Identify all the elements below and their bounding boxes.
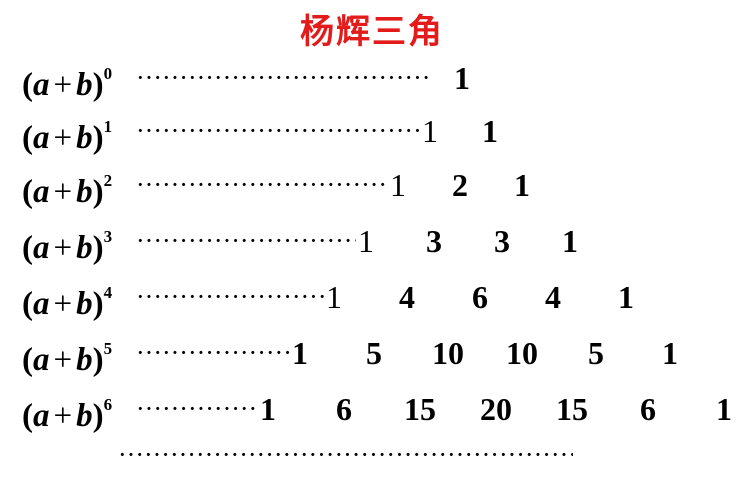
coefficient: 4: [545, 279, 561, 315]
variable-a: a: [33, 67, 50, 103]
close-paren: ): [92, 230, 104, 266]
open-paren: (: [22, 398, 33, 434]
variable-b: b: [76, 398, 93, 434]
continuation-dots: ········································…: [118, 440, 573, 469]
coefficient: 1: [454, 60, 470, 96]
exponent: 4: [103, 283, 113, 302]
coefficient: 1: [292, 335, 308, 371]
leader-dots: ········································…: [136, 394, 258, 423]
coefficient: 3: [494, 223, 510, 259]
coefficient: 10: [432, 335, 464, 371]
coefficient: 1: [390, 167, 406, 203]
variable-b: b: [76, 230, 93, 266]
close-paren: ): [92, 120, 104, 156]
coefficient: 1: [618, 279, 634, 315]
binomial-expression: (a + b)4: [22, 274, 112, 327]
close-paren: ): [92, 286, 104, 322]
triangle-row: (a+b)3··································…: [0, 218, 744, 266]
close-paren: ): [92, 342, 104, 378]
open-paren: (: [22, 120, 33, 156]
triangle-row: (a+b)2··································…: [0, 162, 744, 210]
coefficient: 1: [260, 391, 276, 427]
leader-dots: ········································…: [136, 226, 356, 255]
triangle-row: (a+b)4··································…: [0, 274, 744, 322]
plus-sign: +: [53, 230, 73, 266]
coefficient: 5: [588, 335, 604, 371]
coefficient: 1: [662, 335, 678, 371]
coefficient: 20: [480, 391, 512, 427]
binomial-expression: (a + b)2: [22, 162, 112, 215]
coefficient: 1: [562, 223, 578, 259]
binomial-expression: (a + b)3: [22, 218, 112, 271]
close-paren: ): [92, 174, 104, 210]
exponent: 1: [103, 117, 113, 136]
coefficient: 6: [640, 391, 656, 427]
exponent: 0: [103, 64, 113, 83]
variable-b: b: [76, 286, 93, 322]
triangle-row: (a+b)5··································…: [0, 330, 744, 378]
plus-sign: +: [53, 174, 73, 210]
plus-sign: +: [53, 120, 73, 156]
binomial-expression: (a + b)1: [22, 108, 112, 161]
leader-dots: ········································…: [136, 63, 428, 92]
coefficient: 1: [422, 113, 438, 149]
leader-dots: ········································…: [136, 338, 290, 367]
open-paren: (: [22, 230, 33, 266]
triangle-row: (a+b)0 ··································…: [0, 55, 744, 103]
coefficient: 15: [556, 391, 588, 427]
exponent: 6: [103, 395, 113, 414]
leader-dots: ········································…: [136, 282, 324, 311]
coefficient: 1: [514, 167, 530, 203]
close-paren: ): [92, 398, 104, 434]
exponent: 2: [103, 171, 113, 190]
open-paren: (: [22, 286, 33, 322]
variable-b: b: [76, 174, 93, 210]
binomial-expression: (a + b)0: [22, 55, 112, 108]
variable-b: b: [76, 120, 93, 156]
open-paren: (: [22, 174, 33, 210]
open-paren: (: [22, 342, 33, 378]
coefficient: 4: [399, 279, 415, 315]
coefficient: 15: [404, 391, 436, 427]
variable-b: b: [76, 342, 93, 378]
plus-sign: +: [53, 342, 73, 378]
coefficient: 6: [472, 279, 488, 315]
variable-a: a: [33, 286, 50, 322]
coefficient: 3: [426, 223, 442, 259]
plus-sign: +: [53, 286, 73, 322]
coefficient: 1: [716, 391, 732, 427]
exponent: 5: [103, 339, 113, 358]
triangle-row: (a+b)6··································…: [0, 386, 744, 434]
variable-b: b: [76, 67, 93, 103]
variable-a: a: [33, 398, 50, 434]
open-paren: (: [22, 67, 33, 103]
page-title: 杨辉三角: [300, 12, 444, 52]
close-paren: ): [92, 67, 104, 103]
coefficient: 1: [326, 279, 342, 315]
variable-a: a: [33, 120, 50, 156]
coefficient: 2: [452, 167, 468, 203]
coefficient: 5: [366, 335, 382, 371]
coefficient: 1: [358, 223, 374, 259]
variable-a: a: [33, 342, 50, 378]
leader-dots: ········································…: [136, 170, 388, 199]
variable-a: a: [33, 174, 50, 210]
plus-sign: +: [53, 398, 73, 434]
binomial-expression: (a + b)5: [22, 330, 112, 383]
coefficient: 1: [482, 113, 498, 149]
leader-dots: ········································…: [136, 116, 420, 145]
coefficient: 10: [506, 335, 538, 371]
binomial-expression: (a + b)6: [22, 386, 112, 439]
variable-a: a: [33, 230, 50, 266]
exponent: 3: [103, 227, 113, 246]
triangle-row: (a+b)1··································…: [0, 108, 744, 156]
coefficient: 6: [336, 391, 352, 427]
plus-sign: +: [53, 67, 73, 103]
